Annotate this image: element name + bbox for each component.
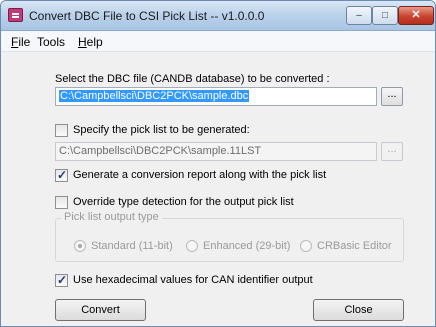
convert-button[interactable]: Convert <box>55 299 146 321</box>
menu-tools[interactable]: Tools <box>37 35 65 49</box>
title-bar[interactable]: Convert DBC File to CSI Pick List -- v1.… <box>1 1 435 31</box>
menu-help-mnemonic: H <box>78 35 87 49</box>
dbc-file-input[interactable]: C:\Campbellsci\DBC2PCK\sample.dbc <box>55 87 377 106</box>
override-checkbox[interactable] <box>55 196 68 209</box>
output-type-group: Pick list output type Standard (11-bit) … <box>55 211 404 262</box>
dbc-browse-button[interactable]: ... <box>381 87 403 106</box>
dbc-file-label: Select the DBC file (CANDB database) to … <box>55 73 330 85</box>
dbc-file-value: C:\Campbellsci\DBC2PCK\sample.dbc <box>59 90 250 102</box>
minimize-button[interactable]: – <box>346 6 372 25</box>
menu-help[interactable]: Help <box>78 35 103 49</box>
close-window-button[interactable]: ✕ <box>398 6 434 25</box>
maximize-button[interactable]: □ <box>372 6 398 25</box>
menu-file-label: ile <box>18 35 31 49</box>
report-label: Generate a conversion report along with … <box>73 169 327 181</box>
override-label: Override type detection for the output p… <box>73 196 294 208</box>
menu-help-label: elp <box>86 35 103 49</box>
hex-label: Use hexadecimal values for CAN identifie… <box>73 274 313 286</box>
app-icon <box>8 8 23 22</box>
hex-checkbox[interactable] <box>55 273 68 287</box>
radio-crbasic[interactable] <box>300 240 312 252</box>
picklist-browse-button[interactable]: ... <box>381 142 403 161</box>
picklist-file-input[interactable]: C:\Campbellsci\DBC2PCK\sample.11LST <box>55 142 377 161</box>
specify-picklist-label: Specify the pick list to be generated: <box>73 124 250 136</box>
menu-file[interactable]: File <box>11 35 30 49</box>
form-content: Select the DBC file (CANDB database) to … <box>1 53 435 326</box>
radio-crbasic-label: CRBasic Editor <box>317 240 392 252</box>
radio-enhanced[interactable] <box>186 240 198 252</box>
radio-standard[interactable] <box>74 240 86 252</box>
specify-picklist-checkbox[interactable] <box>55 124 68 137</box>
window-title: Convert DBC File to CSI Pick List -- v1.… <box>29 9 265 23</box>
close-button[interactable]: Close <box>313 299 404 321</box>
report-checkbox[interactable] <box>55 168 68 182</box>
radio-enhanced-label: Enhanced (29-bit) <box>203 240 291 252</box>
output-type-legend: Pick list output type <box>61 211 162 223</box>
menu-bar: File Tools Help <box>1 31 435 52</box>
radio-standard-label: Standard (11-bit) <box>91 240 173 252</box>
main-window: Convert DBC File to CSI Pick List -- v1.… <box>0 0 436 327</box>
